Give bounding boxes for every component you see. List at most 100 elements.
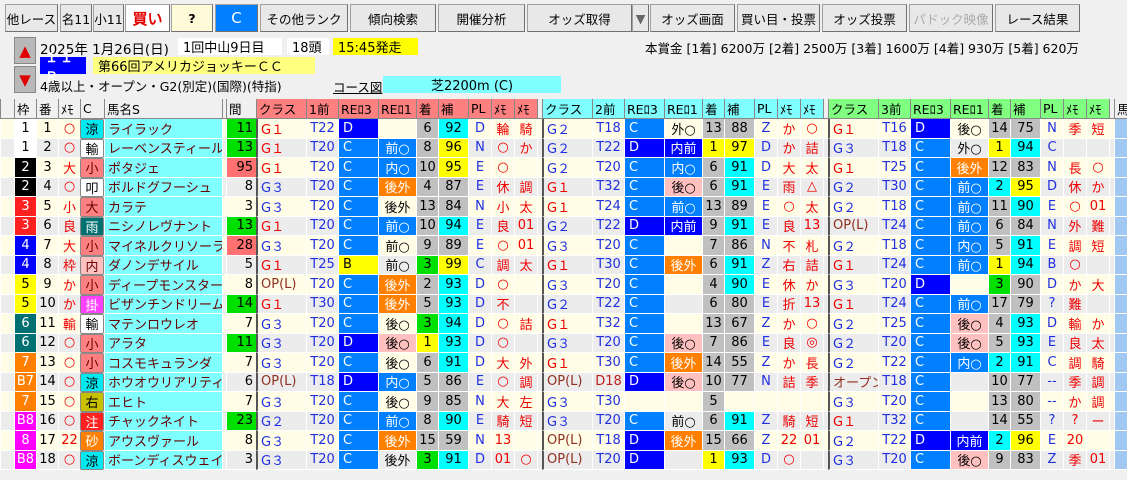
memo-1[interactable]: 良: [777, 333, 800, 353]
memo-2[interactable]: か: [1086, 177, 1109, 197]
header-block2-8[interactable]: ﾒﾓ: [1086, 99, 1109, 118]
table-row[interactable]: 7 15 ○ 右エヒト 7 G３ T20 C 後○ 9 85 N 大左 G３ T30 5 G３ T20 C 13 80-…: [0, 392, 1127, 412]
horse-name[interactable]: マテンロウレオ: [104, 314, 222, 334]
mark-cell[interactable]: 輸: [58, 314, 80, 334]
memo-1[interactable]: 良: [491, 216, 514, 236]
memo-2[interactable]: △: [800, 177, 823, 197]
header-block2-1[interactable]: 3前: [878, 99, 910, 118]
table-row[interactable]: B8 18 ○ 涼ボーンディスウェイ 3 G３ T20 C 後外 3 91 D 01 ○ OP(L) T20 D…: [0, 450, 1127, 470]
memo-2[interactable]: [1086, 255, 1109, 275]
header-block1-2[interactable]: REﾛ3: [624, 99, 664, 118]
memo-1[interactable]: 大: [777, 158, 800, 178]
memo-1[interactable]: 輸: [1063, 314, 1086, 334]
memo-1[interactable]: 良: [777, 216, 800, 236]
memo-1[interactable]: 右: [777, 255, 800, 275]
memo-1[interactable]: ○: [491, 275, 514, 295]
toolbar-button-8[interactable]: 開催分析: [438, 4, 525, 32]
table-row[interactable]: 5 10 か掛ビザンチンドリーム 14 G１ T30 C 後外 5 93 D 不 G２ T22 C 6 80 E 折…: [0, 294, 1127, 314]
header-block1-5[interactable]: 補: [724, 99, 754, 118]
memo-1[interactable]: ○: [491, 333, 514, 353]
memo-2[interactable]: 短: [1086, 236, 1109, 256]
toolbar-button-0[interactable]: 他レース: [5, 4, 58, 32]
memo-2[interactable]: [1086, 431, 1109, 451]
header-2[interactable]: ﾒﾓ: [58, 99, 80, 118]
horse-name[interactable]: アウスヴァール: [104, 431, 222, 451]
memo-1[interactable]: か: [777, 119, 800, 139]
table-row[interactable]: B7 14 ○ 涼ホウオウリアリティ 6 OP(L) T18 D 内○ 5 86 E ○ 調 OP(L) D1…: [0, 372, 1127, 392]
mark-cell[interactable]: ○: [58, 353, 80, 373]
toolbar-button-15[interactable]: レース結果: [995, 4, 1080, 32]
memo-2[interactable]: 13: [800, 294, 823, 314]
toolbar-button-6[interactable]: その他ランク: [260, 4, 348, 32]
memo-1[interactable]: ○: [777, 450, 800, 470]
horse-name[interactable]: カラテ: [104, 197, 222, 217]
memo-2[interactable]: [1086, 294, 1109, 314]
memo-2[interactable]: ◎: [800, 333, 823, 353]
memo-2[interactable]: [800, 450, 823, 470]
memo-1[interactable]: 季: [1063, 450, 1086, 470]
memo-1[interactable]: 折: [777, 294, 800, 314]
memo-1[interactable]: 不: [491, 294, 514, 314]
memo-1[interactable]: 良: [1063, 333, 1086, 353]
memo-2[interactable]: 短: [1086, 119, 1109, 139]
mark-cell[interactable]: ○: [58, 177, 80, 197]
header-block1-0[interactable]: クラス: [542, 99, 592, 118]
memo-2[interactable]: 01: [800, 431, 823, 451]
header-block1-4[interactable]: 着: [702, 99, 724, 118]
dropdown-arrow-icon[interactable]: ▼: [632, 4, 649, 32]
memo-2[interactable]: 調: [514, 372, 537, 392]
toolbar-button-3[interactable]: 買い: [125, 4, 170, 32]
memo-2[interactable]: 長: [800, 353, 823, 373]
memo-2[interactable]: 01: [1086, 197, 1109, 217]
horse-name[interactable]: ダノンデサイル: [104, 255, 222, 275]
memo-1[interactable]: 詰: [777, 372, 800, 392]
course-map-link[interactable]: コース図: [333, 77, 382, 96]
prev-race-arrow-icon[interactable]: ▲: [14, 37, 36, 64]
mark-cell[interactable]: ○: [58, 450, 80, 470]
memo-1[interactable]: 調: [1063, 353, 1086, 373]
header-block2-4[interactable]: 着: [988, 99, 1010, 118]
horse-name[interactable]: エヒト: [104, 392, 222, 412]
memo-1[interactable]: か: [777, 314, 800, 334]
toolbar-button-1[interactable]: 名11: [60, 4, 92, 32]
table-row[interactable]: 8 17 22 砂アウスヴァール 8 G３ T20 C 後外 15 59 N 13 OP(L) T18 D 後外…: [0, 431, 1127, 451]
memo-1[interactable]: 騎: [491, 411, 514, 431]
memo-2[interactable]: 短: [800, 411, 823, 431]
mark-cell[interactable]: 22: [58, 431, 80, 451]
memo-2[interactable]: 短: [514, 411, 537, 431]
memo-1[interactable]: 騎: [777, 411, 800, 431]
memo-1[interactable]: ○: [1063, 197, 1086, 217]
mark-cell[interactable]: か: [58, 275, 80, 295]
memo-1[interactable]: 22: [777, 431, 800, 451]
memo-1[interactable]: ○: [1063, 255, 1086, 275]
memo-2[interactable]: 騎: [1086, 353, 1109, 373]
horse-name[interactable]: マイネルクリソーラ: [104, 236, 222, 256]
table-row[interactable]: B8 16 ○ 注チャックネイト 23 G２ T20 C 前○ 8 90 E 騎短 G３ T20 C 前○ 6 91…: [0, 411, 1127, 431]
memo-1[interactable]: 不: [777, 236, 800, 256]
header-block1-3[interactable]: REﾛ1: [664, 99, 702, 118]
horse-name[interactable]: ライラック: [104, 119, 222, 139]
mark-cell[interactable]: ○: [58, 333, 80, 353]
memo-2[interactable]: 大: [1086, 275, 1109, 295]
memo-2[interactable]: 太: [800, 197, 823, 217]
memo-1[interactable]: 外: [1063, 216, 1086, 236]
mark-cell[interactable]: 小: [58, 197, 80, 217]
memo-1[interactable]: 調: [1063, 236, 1086, 256]
header-block1-1[interactable]: 2前: [592, 99, 624, 118]
memo-1[interactable]: 大: [491, 353, 514, 373]
header-block1-6[interactable]: PL: [754, 99, 777, 118]
memo-2[interactable]: か: [514, 138, 537, 158]
header-block0-0[interactable]: クラス: [256, 99, 306, 118]
memo-1[interactable]: 01: [491, 450, 514, 470]
memo-2[interactable]: 札: [800, 236, 823, 256]
memo-2[interactable]: 太: [800, 158, 823, 178]
memo-2[interactable]: 季: [800, 372, 823, 392]
memo-1[interactable]: か: [777, 353, 800, 373]
table-row[interactable]: 3 6 良雨ニシノレヴナント 13 G１ T20 C 前○ 10 94 E 良 01 G２ T22 D 内前 9 9…: [0, 216, 1127, 236]
memo-1[interactable]: か: [1063, 392, 1086, 412]
header-3[interactable]: C: [80, 99, 104, 118]
toolbar-button-13[interactable]: オッズ投票: [822, 4, 907, 32]
horse-name[interactable]: ニシノレヴナント: [104, 216, 222, 236]
memo-1[interactable]: 大: [491, 392, 514, 412]
memo-2[interactable]: 難: [1086, 216, 1109, 236]
